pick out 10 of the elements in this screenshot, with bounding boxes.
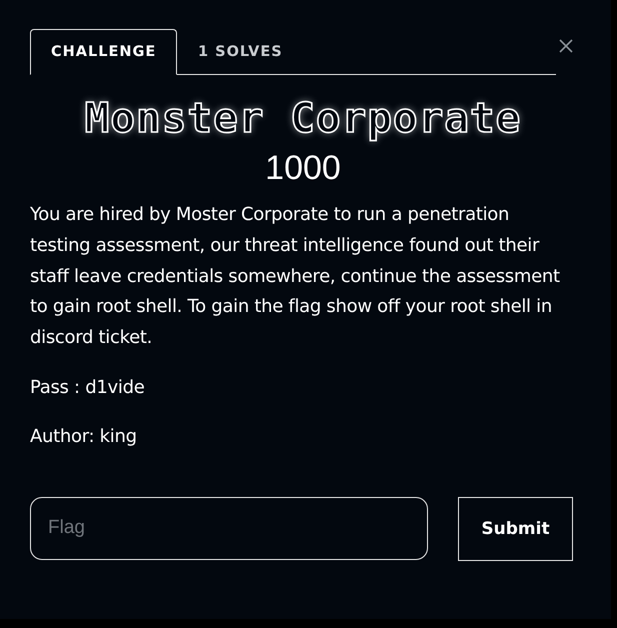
challenge-description: You are hired by Moster Corporate to run a penetration testing assessment, our threat intelligence found out their staff leave credentials somewhere, continue the assessment to gain root shell. To gain the flag show off your root shell in discord ticket. [30,203,561,350]
challenge-points: 1000 [264,148,342,188]
challenge-title: Monster Corporate [82,96,522,140]
challenge-detail: Author: king [30,424,138,449]
flag-input[interactable]: Flag [30,496,428,560]
submit-button[interactable]: Submit [458,496,573,561]
close-icon[interactable] [559,39,573,53]
challenge-detail: Pass : d1vide [30,376,146,400]
tab[interactable]: CHALLENGE [30,29,177,75]
tab[interactable]: 1 SOLVES [177,29,304,75]
